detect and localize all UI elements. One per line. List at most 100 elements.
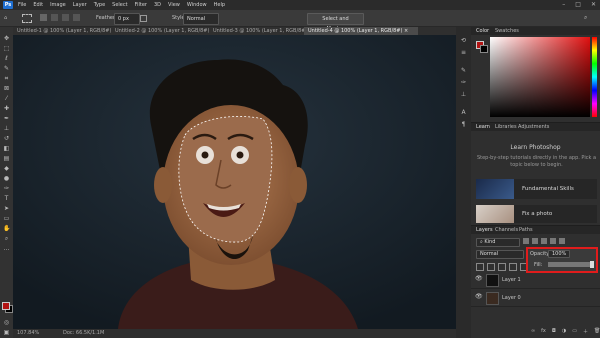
eraser-tool-icon[interactable]: ◧	[3, 145, 10, 152]
lock-pixels-icon[interactable]	[487, 263, 495, 271]
tab-libraries[interactable]: Libraries	[495, 123, 517, 131]
menu-image[interactable]: Image	[50, 0, 66, 10]
marquee-tool-icon[interactable]	[22, 14, 32, 23]
style-select[interactable]: Normal	[183, 13, 219, 25]
paragraph-icon[interactable]: ¶	[460, 121, 467, 128]
quick-select-tool-icon[interactable]: ✎	[3, 65, 10, 72]
intersect-selection-icon[interactable]	[73, 14, 80, 21]
smart-object-filter-icon[interactable]	[559, 238, 565, 244]
color-picker-field[interactable]	[490, 37, 590, 117]
document-canvas[interactable]	[13, 35, 456, 329]
layer-filter-select[interactable]: ⌕ Kind	[476, 238, 520, 247]
blend-mode-select[interactable]: Normal	[476, 250, 524, 259]
minimize-icon[interactable]: –	[562, 0, 565, 10]
adjustment-filter-icon[interactable]	[532, 238, 538, 244]
brush-settings-icon[interactable]: ✎	[460, 67, 467, 74]
lock-transparent-icon[interactable]	[476, 263, 484, 271]
menu-edit[interactable]: Edit	[33, 0, 43, 10]
screen-mode-icon[interactable]: ▣	[3, 329, 10, 336]
eyedropper-tool-icon[interactable]: ⁄	[3, 95, 10, 102]
history-brush-icon[interactable]: ↺	[3, 135, 10, 142]
pixel-filter-icon[interactable]	[523, 238, 529, 244]
add-mask-icon[interactable]: ◘	[552, 328, 556, 335]
move-tool-icon[interactable]: ✥	[3, 35, 10, 42]
path-select-icon[interactable]: ➤	[3, 205, 10, 212]
color-background-swatch[interactable]	[480, 45, 488, 53]
blur-tool-icon[interactable]: ◆	[3, 165, 10, 172]
maximize-icon[interactable]: □	[575, 0, 581, 10]
lock-position-icon[interactable]	[498, 263, 506, 271]
marquee-tool-icon[interactable]: ⬚	[3, 45, 10, 52]
menu-type[interactable]: Type	[94, 0, 105, 10]
select-and-mask-button[interactable]: Select and Mask...	[307, 13, 364, 32]
tab-untitled-2[interactable]: Untitled-2 @ 100% (Layer 1, RGB/8#) ×	[111, 27, 211, 42]
anti-alias-checkbox[interactable]	[140, 13, 147, 23]
type-tool-icon[interactable]: T	[3, 195, 10, 202]
layer-row-layer-0[interactable]: 👁 Layer 0	[471, 289, 600, 307]
main-menu: File Edit Image Layer Type Select Filter…	[18, 0, 225, 10]
clone-source-icon[interactable]: ⊥	[460, 91, 467, 98]
new-group-icon[interactable]: ▭	[572, 328, 577, 335]
feather-input[interactable]: 0 px	[114, 13, 140, 25]
tab-swatches[interactable]: Swatches	[495, 27, 519, 35]
brush-tool-icon[interactable]: ✒	[3, 115, 10, 122]
eye-icon[interactable]: 👁	[475, 294, 483, 300]
delete-layer-icon[interactable]: 🗑	[594, 328, 600, 335]
lock-artboard-icon[interactable]	[509, 263, 517, 271]
add-selection-icon[interactable]	[51, 14, 58, 21]
quick-mask-icon[interactable]: ◎	[3, 319, 10, 326]
card-title: Fundamental Skills	[522, 186, 574, 192]
search-icon[interactable]: ⌕	[584, 13, 587, 23]
clone-stamp-icon[interactable]: ⊥	[3, 125, 10, 132]
zoom-tool-icon[interactable]: ⌕	[3, 235, 10, 242]
shape-filter-icon[interactable]	[550, 238, 556, 244]
pen-tool-icon[interactable]: ✑	[3, 185, 10, 192]
tab-channels[interactable]: Channels	[495, 226, 518, 234]
dodge-tool-icon[interactable]: ●	[3, 175, 10, 182]
menu-window[interactable]: Window	[187, 0, 207, 10]
menu-help[interactable]: Help	[214, 0, 225, 10]
menu-3d[interactable]: 3D	[154, 0, 161, 10]
new-layer-icon[interactable]: ＋	[583, 328, 588, 335]
history-icon[interactable]: ⟲	[460, 37, 467, 44]
layer-row-layer-1[interactable]: 👁 Layer 1	[471, 271, 600, 289]
tab-untitled-4[interactable]: Untitled-4 @ 100% (Layer 1, RGB/8#) ×	[304, 27, 418, 35]
subtract-selection-icon[interactable]	[62, 14, 69, 21]
tab-paths[interactable]: Paths	[519, 226, 533, 234]
foreground-color-swatch[interactable]	[2, 302, 10, 310]
shape-tool-icon[interactable]: ▭	[3, 215, 10, 222]
hue-slider[interactable]	[592, 37, 597, 117]
link-layers-icon[interactable]: ∞	[531, 328, 535, 335]
fx-icon[interactable]: fx	[541, 328, 546, 335]
card-fix-a-photo[interactable]: Fix a photo	[476, 205, 597, 223]
frame-tool-icon[interactable]: ⊠	[3, 85, 10, 92]
more-tools-icon[interactable]: …	[3, 245, 10, 252]
close-icon[interactable]: ✕	[591, 0, 596, 10]
tab-adjustments[interactable]: Adjustments	[518, 123, 549, 131]
new-selection-icon[interactable]	[40, 14, 47, 21]
type-filter-icon[interactable]	[541, 238, 547, 244]
menu-filter[interactable]: Filter	[135, 0, 147, 10]
gradient-tool-icon[interactable]: ▤	[3, 155, 10, 162]
lasso-tool-icon[interactable]: ℓ	[3, 55, 10, 62]
character-icon[interactable]: A	[460, 109, 467, 116]
properties-icon[interactable]: ≡	[460, 49, 467, 56]
adjustment-layer-icon[interactable]: ◑	[562, 328, 566, 335]
tab-untitled-3[interactable]: Untitled-3 @ 100% (Layer 1, RGB/8#) ×	[209, 27, 308, 42]
tab-color[interactable]: Color	[476, 27, 489, 35]
menu-layer[interactable]: Layer	[73, 0, 87, 10]
hand-tool-icon[interactable]: ✋	[3, 225, 10, 232]
menu-file[interactable]: File	[18, 0, 26, 10]
tab-learn[interactable]: Learn	[476, 123, 490, 131]
healing-brush-icon[interactable]: ✚	[3, 105, 10, 112]
card-fundamental-skills[interactable]: Fundamental Skills	[476, 179, 597, 199]
crop-tool-icon[interactable]: ⌗	[3, 75, 10, 82]
menu-select[interactable]: Select	[112, 0, 127, 10]
zoom-level[interactable]: 107.84%	[17, 329, 39, 338]
eye-icon[interactable]: 👁	[475, 276, 483, 282]
home-icon[interactable]: ⌂	[4, 13, 12, 23]
menu-view[interactable]: View	[168, 0, 180, 10]
brushes-icon[interactable]: ✑	[460, 79, 467, 86]
tab-layers[interactable]: Layers	[476, 226, 493, 234]
tab-untitled-1[interactable]: Untitled-1 @ 100% (Layer 1, RGB/8#) ×	[13, 27, 113, 42]
